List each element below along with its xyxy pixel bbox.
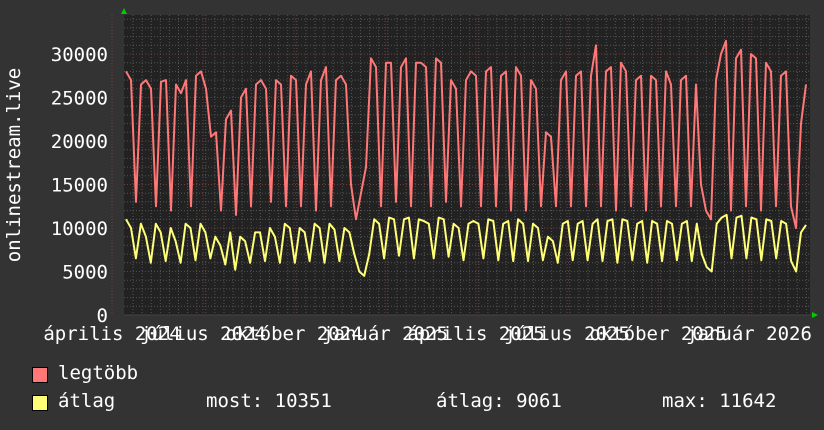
stat-now: most: 10351	[206, 390, 332, 412]
x-ticks: április 2024július 2024október 2024januá…	[43, 323, 812, 345]
legend-label-avg: átlag	[58, 390, 116, 412]
legend-swatch-avg	[32, 395, 48, 411]
legend-label-max: legtöbb	[58, 362, 139, 384]
line-chart: 050001000015000200002500030000 április 2…	[3, 8, 818, 345]
y-tick-label: 10000	[51, 218, 108, 240]
stat-avg: átlag: 9061	[436, 390, 562, 412]
y-ticks: 050001000015000200002500030000	[51, 44, 108, 327]
y-axis-arrow-icon	[121, 8, 127, 14]
y-axis-label: onlinestream.live	[3, 68, 25, 262]
legend-swatch-max	[32, 367, 48, 383]
y-tick-label: 15000	[51, 175, 108, 197]
y-tick-label: 25000	[51, 88, 108, 110]
y-tick-label: 30000	[51, 44, 108, 66]
y-tick-label: 20000	[51, 131, 108, 153]
plot-area	[124, 15, 810, 315]
x-axis-arrow-icon	[812, 312, 818, 318]
y-tick-label: 5000	[62, 262, 108, 284]
stat-max: max: 11642	[662, 390, 777, 412]
chart-image: 0 5000 10000 15000 20000 25000 30000 április 2…	[0, 0, 824, 430]
x-tick-label: január 2026	[686, 323, 812, 345]
